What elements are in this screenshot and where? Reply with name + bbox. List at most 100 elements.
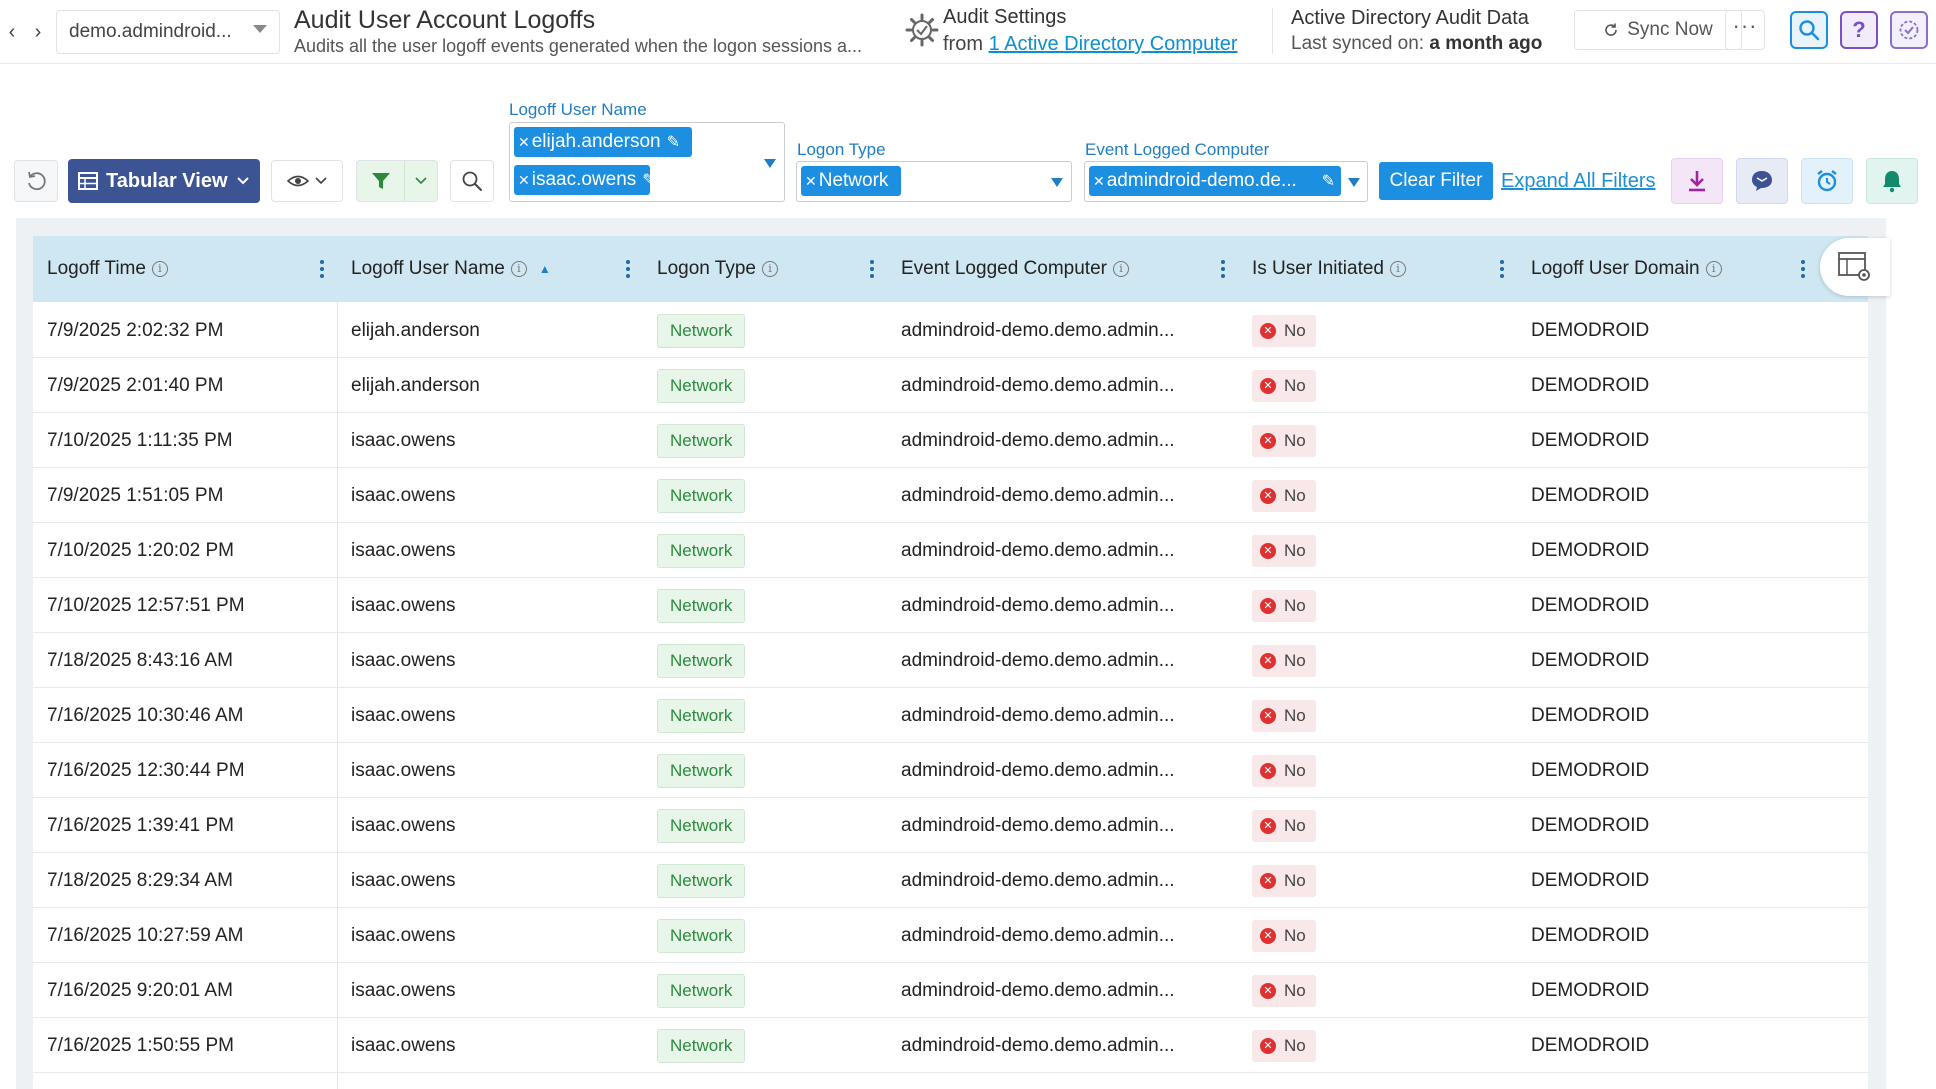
logoff-user-domain-cell: DEMODROID [1531, 539, 1650, 561]
chevron-down-icon [253, 25, 267, 33]
logon-type-badge: Network [657, 313, 746, 348]
table-search-button[interactable] [450, 160, 494, 202]
column-menu-icon[interactable] [869, 260, 875, 280]
remove-icon[interactable]: ✕ [1093, 173, 1105, 190]
whats-new-button[interactable] [1890, 11, 1928, 49]
filter-dropdown[interactable] [405, 161, 437, 201]
table-row[interactable]: 7/10/2025 1:11:35 PM isaac.owens Network ad… [33, 413, 1868, 468]
sort-ascending-icon[interactable]: ▲ [539, 262, 551, 276]
forward-arrow-icon[interactable]: › [26, 18, 50, 46]
chevron-down-icon[interactable] [764, 159, 776, 168]
info-icon[interactable]: i [151, 261, 168, 277]
view-selector-button[interactable]: Tabular View [68, 159, 260, 203]
remove-icon[interactable]: ✕ [518, 172, 530, 189]
sync-now-button[interactable]: Sync Now [1574, 10, 1742, 50]
bell-icon [1883, 171, 1901, 193]
logoff-user-name-cell: isaac.owens [351, 869, 456, 891]
table-row[interactable]: 7/10/2025 12:57:51 PM isaac.owens Network a… [33, 578, 1868, 633]
gear-check-icon[interactable] [904, 12, 940, 48]
logoff-time-cell: 7/18/2025 8:29:34 AM [47, 869, 233, 891]
edit-icon[interactable]: ✎ [642, 170, 650, 190]
table-row[interactable]: 7/9/2025 1:51:05 PM isaac.owens Network adm… [33, 468, 1868, 523]
logoff-time-cell: 7/16/2025 9:20:01 AM [47, 979, 233, 1001]
chevron-down-icon[interactable] [1051, 178, 1063, 187]
table-row[interactable]: 7/18/2025 8:43:16 AM isaac.owens Network ad… [33, 633, 1868, 688]
filter-toggle[interactable] [357, 161, 405, 201]
clear-filter-button[interactable]: Clear Filter [1379, 162, 1493, 200]
table-row[interactable]: 7/9/2025 2:02:32 PM elijah.anderson Networ… [33, 303, 1868, 358]
remove-icon[interactable]: ✕ [518, 134, 530, 151]
remove-icon[interactable]: ✕ [805, 173, 817, 190]
alert-button[interactable] [1866, 158, 1918, 204]
column-menu-icon[interactable] [1220, 260, 1226, 280]
logoff-time-cell: 7/16/2025 10:30:46 AM [47, 704, 244, 726]
column-header-logon-type[interactable]: Logon Type i [657, 236, 778, 302]
logoff-time-cell: 7/16/2025 10:27:59 AM [47, 924, 244, 946]
table-row[interactable]: 7/18/2025 8:29:34 AM isaac.owens Network ad… [33, 853, 1868, 908]
event-logged-computer-cell: admindroid-demo.demo.admin... [901, 319, 1175, 341]
column-header-event-logged-computer[interactable]: Event Logged Computer i [901, 236, 1129, 302]
reset-button[interactable] [14, 160, 58, 202]
info-icon[interactable]: i [1705, 261, 1722, 277]
column-settings-button[interactable] [1820, 238, 1890, 296]
column-header-logoff-user-name[interactable]: Logoff User Name i ▲ [351, 236, 551, 302]
table-row[interactable]: 7/16/2025 12:30:44 PM isaac.owens Network a… [33, 743, 1868, 798]
logon-type-cell: Network [657, 578, 746, 633]
status-badge: ✕ No [1252, 974, 1316, 1007]
column-menu-icon[interactable] [319, 260, 325, 280]
column-header-logoff-user-domain[interactable]: Logoff User Domain i [1531, 236, 1722, 302]
more-options-button[interactable]: ··· [1725, 10, 1765, 50]
column-menu-icon[interactable] [1499, 260, 1505, 280]
info-icon[interactable]: i [761, 261, 778, 277]
user-name-filter-field[interactable]: ✕ elijah.anderson ✎ ✕ isaac.owens ✎ [509, 122, 785, 202]
logon-type-cell: Network [657, 908, 746, 963]
logon-type-badge: Network [657, 753, 746, 788]
info-icon[interactable]: i [510, 261, 527, 277]
data-table: Logoff Time i Logoff User Name i ▲ Logon Ty… [33, 236, 1868, 1089]
filter-button[interactable] [356, 160, 438, 202]
logon-type-filter-field[interactable]: ✕ Network [796, 161, 1072, 202]
is-user-initiated-cell: ✕ No [1252, 303, 1316, 358]
export-button[interactable] [1671, 158, 1723, 204]
schedule-button[interactable] [1801, 158, 1853, 204]
info-icon[interactable]: i [1390, 261, 1406, 277]
filter-chip[interactable]: ✕ Network [801, 166, 901, 196]
table-row[interactable]: 7/16/2025 1:39:41 PM isaac.owens Network ad… [33, 798, 1868, 853]
table-row[interactable]: 7/16/2025 10:27:59 AM isaac.owens Network a… [33, 908, 1868, 963]
filter-label-user-name: Logoff User Name [509, 100, 647, 119]
logon-type-badge: Network [657, 588, 746, 623]
table-row[interactable]: 7/9/2025 2:01:40 PM elijah.anderson Networ… [33, 358, 1868, 413]
eye-icon [287, 175, 309, 187]
logon-type-cell: Network [657, 798, 746, 853]
info-icon[interactable]: i [1112, 261, 1129, 277]
column-menu-icon[interactable] [1800, 260, 1806, 280]
status-badge: ✕ No [1252, 644, 1316, 677]
chat-bubble-icon [1752, 171, 1772, 191]
column-header-is-user-initiated[interactable]: Is User Initiated i [1252, 236, 1406, 302]
global-search-button[interactable] [1790, 11, 1828, 49]
email-report-button[interactable] [1736, 158, 1788, 204]
edit-icon[interactable]: ✎ [1322, 171, 1335, 191]
tenant-selector[interactable]: demo.admindroid... [56, 10, 280, 54]
table-row[interactable]: 7/16/2025 9:20:01 AM isaac.owens Network ad… [33, 963, 1868, 1018]
status-badge: ✕ No [1252, 699, 1316, 732]
back-arrow-icon[interactable]: ‹ [0, 18, 24, 46]
logon-type-cell: Network [657, 688, 746, 743]
table-row[interactable]: 7/16/2025 10:30:46 AM isaac.owens Network a… [33, 688, 1868, 743]
edit-icon[interactable]: ✎ [667, 132, 680, 152]
filter-chip[interactable]: ✕ elijah.anderson ✎ [514, 127, 692, 157]
column-visibility-button[interactable] [271, 160, 343, 202]
table-row[interactable]: 7/10/2025 1:20:02 PM isaac.owens Network ad… [33, 523, 1868, 578]
column-header-logoff-time[interactable]: Logoff Time i [47, 236, 168, 302]
table-row[interactable]: 7/16/2025 1:50:55 PM isaac.owens Network ad… [33, 1018, 1868, 1073]
filter-chip[interactable]: ✕ isaac.owens ✎ [514, 165, 650, 195]
column-menu-icon[interactable] [625, 260, 631, 280]
event-logged-computer-cell: admindroid-demo.demo.admin... [901, 484, 1175, 506]
computer-filter-field[interactable]: ✕ admindroid-demo.de... ✎ [1084, 161, 1368, 202]
chevron-down-icon[interactable] [1348, 178, 1360, 187]
audit-settings-link[interactable]: 1 Active Directory Computer [989, 33, 1238, 55]
expand-all-filters-link[interactable]: Expand All Filters [1501, 170, 1656, 193]
is-user-initiated-cell: ✕ No [1252, 468, 1316, 523]
filter-chip[interactable]: ✕ admindroid-demo.de... ✎ [1089, 166, 1341, 196]
help-button[interactable]: ? [1840, 11, 1878, 49]
